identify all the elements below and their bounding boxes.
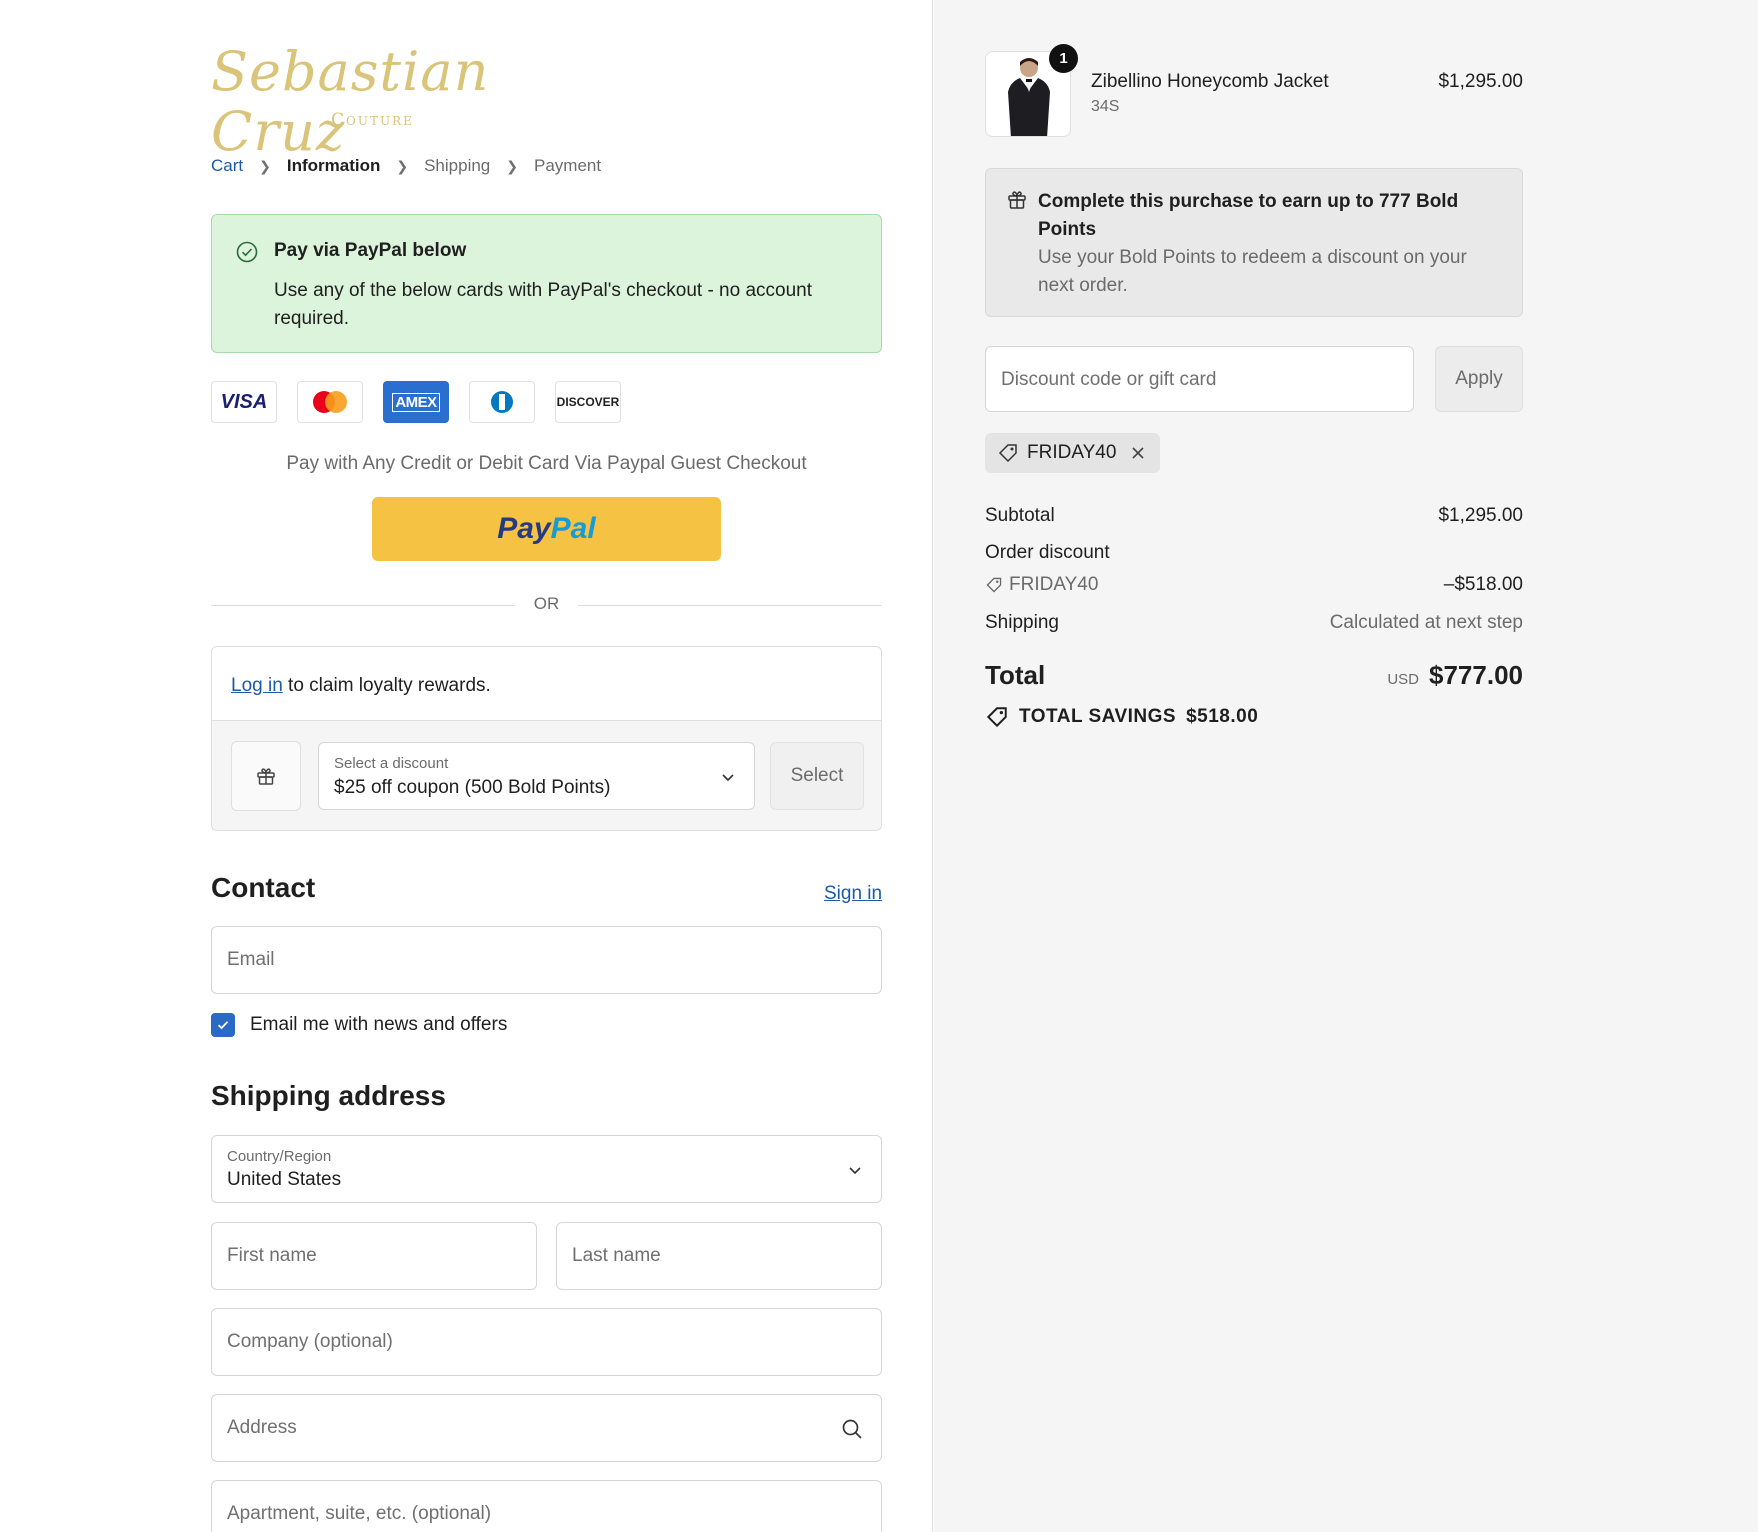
product-name: Zibellino Honeycomb Jacket (1091, 71, 1329, 92)
tag-icon (986, 577, 1002, 593)
discover-logo-icon: DISCOVER (555, 381, 621, 423)
diners-logo-icon (469, 381, 535, 423)
newsletter-checkbox[interactable] (211, 1013, 235, 1037)
discount-select-value: $25 off coupon (500 Bold Points) (334, 777, 611, 798)
product-price: $1,295.00 (1438, 71, 1523, 92)
brand-logo[interactable]: Sebastian Cruz Couture (211, 42, 551, 162)
paypal-notice-title: Pay via PayPal below (274, 240, 467, 261)
mastercard-logo-icon (297, 381, 363, 423)
email-field[interactable]: Email (211, 926, 882, 994)
loyalty-login-row: Log in to claim loyalty rewards. (212, 647, 881, 721)
gift-icon (1008, 191, 1026, 209)
paypal-notice-body: Use any of the below cards with PayPal's… (274, 280, 813, 329)
shipping-address-heading: Shipping address (211, 1080, 446, 1111)
discount-select-label: Select a discount (334, 755, 449, 772)
shipping-row: Shipping Calculated at next step (985, 612, 1523, 634)
subtotal-value: $1,295.00 (1438, 505, 1523, 526)
subtotal-label: Subtotal (985, 505, 1055, 526)
paypal-button[interactable]: Pay Pal (372, 497, 721, 561)
total-row: Total USD $777.00 (985, 660, 1523, 691)
order-discount-row: Order discount (985, 542, 1523, 564)
discount-code-input[interactable]: Discount code or gift card (985, 346, 1414, 412)
applied-discount-chip: FRIDAY40 (985, 433, 1161, 473)
bold-points-banner: Complete this purchase to earn up to 777… (985, 168, 1523, 317)
search-icon (842, 1419, 862, 1439)
total-savings-value: $518.00 (1186, 706, 1259, 727)
check-circle-icon (236, 241, 258, 263)
last-name-field[interactable]: Last name (556, 1222, 882, 1290)
currency-code: USD (1387, 671, 1420, 688)
visa-logo-icon: VISA (211, 381, 277, 423)
apply-discount-button[interactable]: Apply (1435, 346, 1523, 412)
brand-logo-name: Sebastian Cruz (211, 40, 490, 163)
select-discount-button[interactable]: Select (770, 742, 864, 810)
loyalty-login-text: to claim loyalty rewards. (282, 675, 491, 696)
breadcrumb-shipping: Shipping (424, 156, 491, 175)
order-discount-label: Order discount (985, 542, 1110, 563)
shipping-value: Calculated at next step (1329, 612, 1523, 633)
order-discount-code: FRIDAY40 (1009, 574, 1099, 595)
breadcrumb-information: Information (286, 156, 381, 175)
quantity-badge: 1 (1049, 44, 1078, 73)
contact-heading: Contact (211, 872, 316, 903)
total-label: Total (985, 660, 1046, 690)
newsletter-option[interactable]: Email me with news and offers (211, 1013, 507, 1037)
amex-logo-icon: AMEX (383, 381, 449, 423)
total-value: $777.00 (1429, 660, 1523, 690)
company-field[interactable]: Company (optional) (211, 1308, 882, 1376)
first-name-field[interactable]: First name (211, 1222, 537, 1290)
chevron-right-icon: ❯ (259, 157, 271, 174)
chevron-down-icon (722, 774, 734, 782)
apartment-field[interactable]: Apartment, suite, etc. (optional) (211, 1480, 882, 1532)
newsletter-label: Email me with news and offers (250, 1014, 508, 1035)
breadcrumb: Cart ❯ Information ❯ Shipping ❯ Payment (211, 156, 601, 176)
log-in-link[interactable]: Log in (231, 675, 283, 696)
payment-card-logos: VISA AMEX DISCOVER (211, 381, 621, 423)
brand-logo-subtitle: Couture (331, 110, 414, 130)
applied-discount-code: FRIDAY40 (1027, 442, 1117, 463)
chevron-right-icon: ❯ (506, 157, 518, 174)
total-savings: TOTAL SAVINGS $518.00 (985, 705, 1258, 729)
tag-icon (986, 707, 1007, 728)
gift-icon (231, 741, 301, 811)
order-discount-detail-row: FRIDAY40 –$518.00 (985, 574, 1523, 596)
subtotal-row: Subtotal $1,295.00 (985, 505, 1523, 527)
close-icon[interactable] (1130, 445, 1146, 461)
or-divider: OR (211, 594, 882, 616)
paypal-notice: Pay via PayPal below Use any of the belo… (211, 214, 882, 353)
bold-points-body: Use your Bold Points to redeem a discoun… (1038, 247, 1467, 296)
bold-points-title: Complete this purchase to earn up to 777… (1038, 191, 1459, 240)
country-select[interactable]: Country/Region United States (211, 1135, 882, 1203)
discount-select[interactable]: Select a discount $25 off coupon (500 Bo… (318, 742, 755, 810)
loyalty-rewards-box: Log in to claim loyalty rewards. Select … (211, 646, 882, 831)
tag-icon (998, 444, 1017, 463)
total-savings-label: TOTAL SAVINGS (1019, 706, 1177, 727)
address-field[interactable]: Address (211, 1394, 882, 1462)
chevron-down-icon (849, 1167, 861, 1175)
breadcrumb-payment: Payment (534, 156, 602, 175)
shipping-label: Shipping (985, 612, 1059, 633)
order-discount-value: –$518.00 (1443, 574, 1523, 595)
pay-any-card-text: Pay with Any Credit or Debit Card Via Pa… (286, 453, 807, 474)
sign-in-link[interactable]: Sign in (824, 883, 882, 905)
breadcrumb-cart[interactable]: Cart (211, 156, 243, 176)
product-variant: 34S (1091, 98, 1120, 115)
chevron-right-icon: ❯ (396, 157, 409, 174)
